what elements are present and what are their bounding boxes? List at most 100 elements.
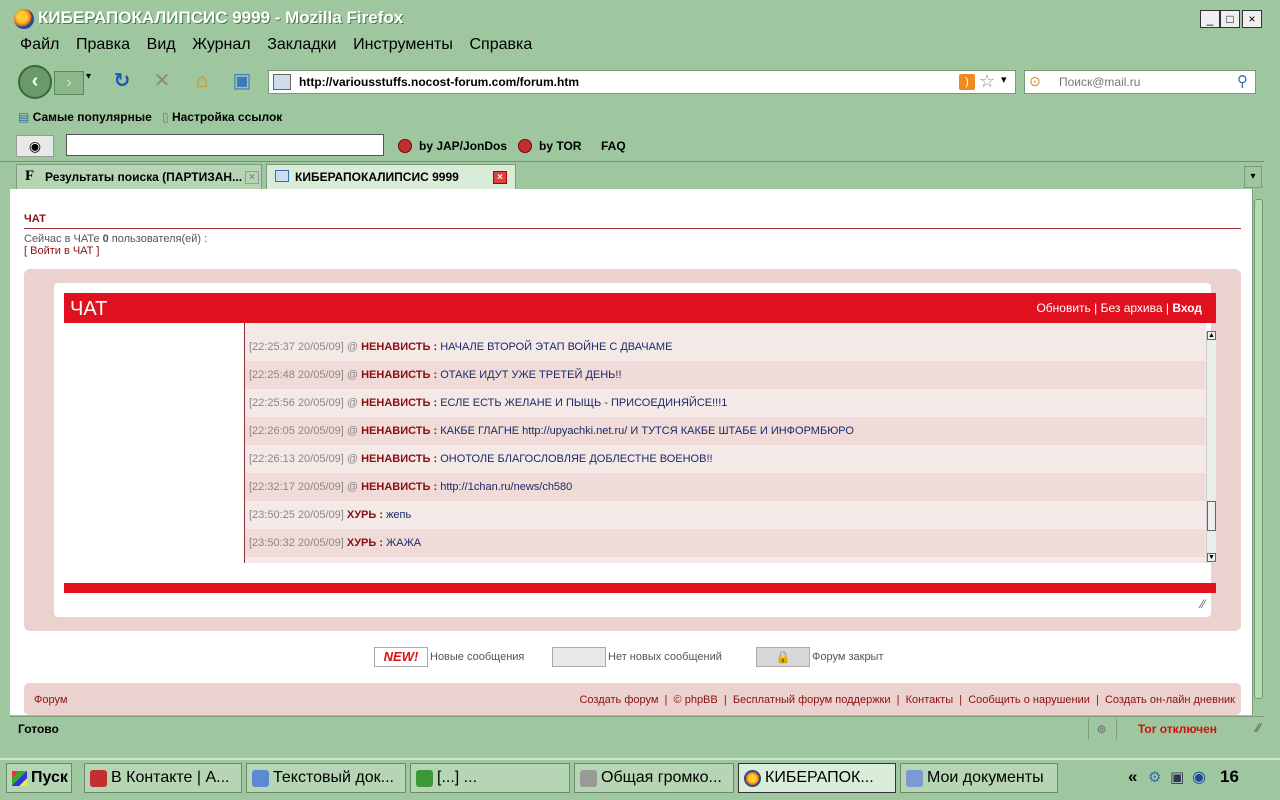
network-icon[interactable]: ⚙ bbox=[1148, 768, 1161, 786]
tor-status[interactable]: Tor отключен bbox=[1116, 719, 1238, 739]
create-forum-link[interactable]: Создать форум bbox=[579, 694, 658, 706]
jap-button[interactable]: by JAP/JonDos bbox=[419, 139, 507, 153]
history-dropdown-icon[interactable]: ▾ bbox=[86, 71, 91, 82]
chat-info-suffix: пользователя(ей) : bbox=[111, 233, 208, 245]
anon-url-input[interactable] bbox=[66, 134, 384, 156]
menu-view[interactable]: Вид bbox=[147, 36, 176, 54]
app-icon bbox=[416, 770, 433, 787]
tab-search-results[interactable]: F Результаты поиска (ПАРТИЗАН... × bbox=[16, 164, 262, 189]
taskbar-item-label: КИБЕРАПОК... bbox=[765, 769, 874, 786]
menu-help[interactable]: Справка bbox=[470, 36, 533, 54]
search-input[interactable] bbox=[1059, 74, 1234, 90]
url-input[interactable] bbox=[299, 73, 939, 91]
tor-button[interactable]: by TOR bbox=[539, 139, 581, 153]
page-scrollbar[interactable] bbox=[1252, 189, 1264, 715]
message-op-marker: @ bbox=[346, 425, 362, 437]
monitor-icon[interactable]: ▣ bbox=[1170, 768, 1184, 786]
close-tab-icon[interactable]: × bbox=[245, 171, 259, 184]
screenshot-icon[interactable]: ▣ bbox=[230, 70, 254, 92]
scroll-thumb[interactable] bbox=[1207, 501, 1216, 531]
tab-cyberapocalypse[interactable]: КИБЕРАПОКАЛИПСИС 9999 × bbox=[266, 164, 516, 189]
url-bar[interactable]: ) ☆ ▾ bbox=[268, 70, 1016, 94]
no-archive-link[interactable]: Без архива bbox=[1101, 301, 1163, 315]
addon-icon[interactable]: ⊚ bbox=[1088, 719, 1114, 739]
message-op-marker: @ bbox=[346, 341, 362, 353]
search-engine-icon[interactable]: ⊙ bbox=[1029, 73, 1041, 90]
message-author[interactable]: НЕНАВИСТЬ : bbox=[361, 453, 440, 465]
login-link[interactable]: Вход bbox=[1172, 301, 1202, 315]
menu-tools[interactable]: Инструменты bbox=[353, 36, 453, 54]
forum-locked-icon: 🔒 bbox=[756, 647, 810, 667]
tab-list-dropdown-icon[interactable]: ▾ bbox=[1244, 166, 1262, 188]
start-button[interactable]: Пуск bbox=[6, 763, 72, 793]
minimize-button[interactable]: _ bbox=[1200, 10, 1220, 28]
stop-icon[interactable]: ✕ bbox=[150, 70, 174, 92]
phpbb-link[interactable]: phpBB bbox=[685, 694, 718, 706]
scroll-down-icon[interactable]: ▼ bbox=[1207, 553, 1216, 562]
chat-messages[interactable]: [22:25:37 20/05/09] @ НЕНАВИСТЬ : НАЧАЛЕ… bbox=[244, 323, 1206, 563]
tab-bar: F Результаты поиска (ПАРТИЗАН... × КИБЕР… bbox=[0, 161, 1264, 189]
message-op-marker: @ bbox=[346, 369, 362, 381]
message-author[interactable]: НЕНАВИСТЬ : bbox=[361, 341, 440, 353]
free-support-link[interactable]: Бесплатный форум поддержки bbox=[733, 694, 891, 706]
eye-icon[interactable]: ◉ bbox=[16, 135, 54, 157]
taskbar-item-vkontakte[interactable]: В Контакте | А... bbox=[84, 763, 242, 793]
taskbar-item-firefox[interactable]: КИБЕРАПОК... bbox=[738, 763, 896, 793]
maximize-button[interactable]: □ bbox=[1220, 10, 1240, 28]
message-author[interactable]: НЕНАВИСТЬ : bbox=[361, 397, 440, 409]
back-button[interactable]: ‹ bbox=[18, 65, 52, 99]
bookmark-settings[interactable]: ▯ Настройка ссылок bbox=[162, 110, 282, 124]
message-author[interactable]: НЕНАВИСТЬ : bbox=[361, 481, 440, 493]
message-author[interactable]: НЕНАВИСТЬ : bbox=[361, 369, 440, 381]
close-button[interactable]: × bbox=[1242, 10, 1262, 28]
report-link[interactable]: Сообщить о нарушении bbox=[968, 694, 1090, 706]
taskbar-item-label: [...] ... bbox=[437, 769, 478, 786]
tray-expand-button[interactable]: « bbox=[1128, 767, 1137, 787]
message-author[interactable]: ХУРЬ : bbox=[347, 537, 386, 549]
new-posts-icon: NEW! bbox=[374, 647, 428, 667]
menu-history[interactable]: Журнал bbox=[192, 36, 250, 54]
firefox-icon bbox=[744, 770, 761, 787]
system-tray: « ⚙ ▣ ◉ 16 bbox=[1124, 763, 1276, 793]
resize-grip-icon[interactable]: ⁄⁄ bbox=[1256, 721, 1260, 735]
bookmark-popular[interactable]: ▤ Самые популярные bbox=[18, 110, 152, 124]
page-scroll-thumb[interactable] bbox=[1254, 199, 1263, 699]
close-tab-icon[interactable]: × bbox=[493, 171, 507, 184]
chat-scrollbar[interactable]: ▲ ▼ bbox=[1206, 331, 1216, 563]
window-title: КИБЕРАПОКАЛИПСИС 9999 - Mozilla Firefox bbox=[38, 8, 404, 27]
home-icon[interactable]: ⌂ bbox=[190, 70, 214, 92]
message-text[interactable]: http://1chan.ru/news/ch580 bbox=[440, 481, 572, 493]
url-dropdown-icon[interactable]: ▾ bbox=[1001, 73, 1007, 86]
chat-message: [22:25:48 20/05/09] @ НЕНАВИСТЬ : ОТАКЕ … bbox=[245, 361, 1205, 389]
antivirus-icon[interactable]: ◉ bbox=[1192, 767, 1206, 787]
rss-icon[interactable]: ) bbox=[959, 74, 975, 90]
bookmark-star-icon[interactable]: ☆ bbox=[979, 71, 995, 92]
refresh-link[interactable]: Обновить bbox=[1036, 301, 1090, 315]
forum-link[interactable]: Форум bbox=[34, 694, 67, 706]
contacts-link[interactable]: Контакты bbox=[906, 694, 954, 706]
legend-new: Новые сообщения bbox=[430, 651, 525, 663]
create-diary-link[interactable]: Создать он-лайн дневник bbox=[1105, 694, 1235, 706]
reload-icon[interactable]: ↻ bbox=[110, 70, 134, 92]
taskbar-item-text-doc[interactable]: Текстовый док... bbox=[246, 763, 406, 793]
message-author[interactable]: НЕНАВИСТЬ : bbox=[361, 425, 440, 437]
menu-file[interactable]: Файл bbox=[20, 36, 59, 54]
folder-icon bbox=[906, 770, 923, 787]
taskbar-item-my-documents[interactable]: Мои документы bbox=[900, 763, 1058, 793]
search-icon[interactable]: ⚲ bbox=[1237, 72, 1248, 90]
taskbar-item-redacted[interactable]: [...] ... bbox=[410, 763, 570, 793]
taskbar-item-volume[interactable]: Общая громко... bbox=[574, 763, 734, 793]
forward-button[interactable]: › bbox=[54, 71, 84, 95]
scroll-up-icon[interactable]: ▲ bbox=[1207, 331, 1216, 340]
chat-message: [22:26:05 20/05/09] @ НЕНАВИСТЬ : КАКБЕ … bbox=[245, 417, 1205, 445]
clock[interactable]: 16 bbox=[1220, 767, 1239, 787]
message-author[interactable]: ХУРЬ : bbox=[347, 509, 386, 521]
message-op-marker: @ bbox=[346, 453, 362, 465]
menu-edit[interactable]: Правка bbox=[76, 36, 130, 54]
search-bar[interactable]: ⊙ ⚲ bbox=[1024, 70, 1256, 94]
resize-grip-icon[interactable]: ⁄⁄ bbox=[1201, 597, 1205, 611]
faq-link[interactable]: FAQ bbox=[601, 139, 626, 153]
enter-chat-link[interactable]: [ Войти в ЧАТ ] bbox=[24, 245, 100, 257]
menu-bookmarks[interactable]: Закладки bbox=[267, 36, 336, 54]
page-footer: Форум Создать форум | © phpBB | Бесплатн… bbox=[24, 683, 1241, 715]
